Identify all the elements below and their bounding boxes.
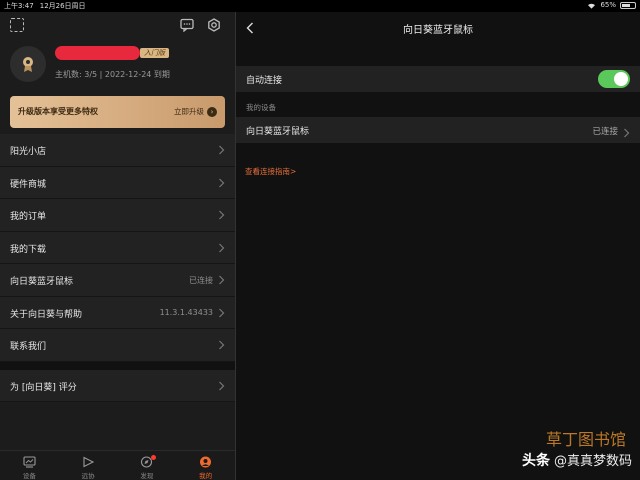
- battery-icon: [620, 1, 636, 9]
- tab-bar: 设备 远协 发现 我的: [0, 450, 235, 480]
- device-icon: [23, 456, 36, 468]
- chevron-right-icon: [219, 308, 225, 317]
- chevron-right-icon: [219, 243, 225, 252]
- menu-item-label: 阳光小店: [10, 147, 47, 157]
- chevron-right-icon: [219, 275, 225, 285]
- profile-card[interactable]: 入门版 主机数: 3/5 | 2022-12-24 到期: [0, 42, 235, 92]
- watermark-author: @真真梦数码: [553, 454, 632, 469]
- tab-remote-assist[interactable]: 远协: [59, 451, 118, 480]
- scan-icon[interactable]: [10, 18, 24, 32]
- menu-item-label: 联系我们: [10, 342, 47, 352]
- auto-connect-toggle[interactable]: [598, 70, 630, 88]
- menu-item-label: 为 [向日葵] 评分: [10, 382, 77, 393]
- tab-discover[interactable]: 发现: [118, 451, 177, 480]
- menu-separator: [0, 361, 235, 370]
- menu-item-contact[interactable]: 联系我们: [0, 329, 235, 362]
- section-label-my-devices: 我的设备: [246, 103, 276, 112]
- avatar[interactable]: [10, 46, 46, 82]
- upgrade-banner[interactable]: 升级版本享受更多特权 立即升级 ›: [10, 96, 225, 128]
- chevron-right-icon: [219, 145, 225, 155]
- menu-item-label: 向日葵蓝牙鼠标: [10, 277, 74, 287]
- watermark: 草丁图书馆 头条 @真真梦数码: [521, 430, 632, 470]
- menu-item-about-help[interactable]: 关于向日葵与帮助 11.3.1.43433: [0, 296, 235, 329]
- menu-item-value: 11.3.1.43433: [159, 307, 213, 317]
- upgrade-button[interactable]: 立即升级 ›: [174, 106, 217, 117]
- tab-label: 设备: [22, 472, 36, 480]
- gear-icon[interactable]: [207, 18, 221, 32]
- watermark-site: 草丁图书馆: [545, 430, 626, 449]
- profile-icon: [200, 456, 212, 468]
- menu-item-label: 我的订单: [10, 212, 47, 222]
- tab-label: 远协: [81, 472, 95, 480]
- upgrade-button-label: 立即升级: [174, 107, 204, 116]
- menu-item-bluetooth-mouse[interactable]: 向日葵蓝牙鼠标 已连接: [0, 264, 235, 297]
- connection-guide-link[interactable]: 查看连接指南>: [245, 166, 296, 177]
- menu-item-label: 硬件商城: [10, 179, 47, 190]
- detail-panel: 向日葵蓝牙鼠标 自动连接 我的设备 向日葵蓝牙鼠标 已连接 查看连接指南> 草丁…: [236, 12, 640, 480]
- chevron-right-icon: [219, 381, 225, 390]
- tab-label: 发现: [140, 472, 154, 480]
- menu-item-hardware-store[interactable]: 硬件商城: [0, 166, 235, 199]
- host-info: 主机数: 3/5 | 2022-12-24 到期: [55, 70, 170, 79]
- auto-connect-row: 自动连接: [236, 66, 640, 92]
- status-bar: 上午3:47 12月26日周日 65%: [0, 0, 640, 12]
- device-row-bluetooth-mouse[interactable]: 向日葵蓝牙鼠标 已连接: [236, 117, 640, 143]
- menu-item-value: 已连接: [189, 276, 213, 285]
- wifi-icon: [588, 3, 596, 9]
- chevron-right-icon: [219, 210, 225, 220]
- device-name: 向日葵蓝牙鼠标: [246, 127, 310, 137]
- role-badge: 入门版: [140, 48, 169, 58]
- settings-menu: 阳光小店 硬件商城 我的订单 我的下载 向日葵蓝牙鼠标 已连接 关于向日葵与帮助…: [0, 134, 235, 402]
- chevron-right-icon: [219, 178, 225, 187]
- message-icon[interactable]: [180, 18, 194, 32]
- auto-connect-label: 自动连接: [246, 76, 283, 86]
- menu-item-rate-app[interactable]: 为 [向日葵] 评分: [0, 369, 235, 402]
- username-redacted: [55, 46, 140, 60]
- status-time: 上午3:47: [4, 2, 34, 10]
- tab-me[interactable]: 我的: [176, 451, 235, 480]
- medal-icon: [23, 57, 33, 72]
- tab-label: 我的: [199, 472, 213, 480]
- toggle-knob: [614, 72, 628, 86]
- menu-item-orders[interactable]: 我的订单: [0, 199, 235, 232]
- left-panel: 入门版 主机数: 3/5 | 2022-12-24 到期 升级版本享受更多特权 …: [0, 12, 235, 480]
- menu-item-label: 我的下载: [10, 244, 47, 255]
- watermark-platform: 头条: [521, 453, 550, 469]
- notification-dot: [150, 455, 156, 460]
- upgrade-text: 升级版本享受更多特权: [18, 107, 98, 116]
- arrow-right-icon: ›: [207, 106, 217, 117]
- battery-percent: 65%: [600, 1, 616, 9]
- menu-item-downloads[interactable]: 我的下载: [0, 231, 235, 264]
- remote-assist-icon: [83, 456, 94, 468]
- tab-devices[interactable]: 设备: [0, 451, 59, 480]
- chevron-right-icon: [219, 340, 225, 350]
- status-date: 12月26日周日: [39, 2, 86, 10]
- chevron-right-icon: [624, 128, 630, 138]
- page-title: 向日葵蓝牙鼠标: [403, 25, 473, 36]
- menu-item-label: 关于向日葵与帮助: [10, 309, 83, 320]
- menu-item-shop[interactable]: 阳光小店: [0, 134, 235, 167]
- device-status: 已连接: [592, 127, 618, 137]
